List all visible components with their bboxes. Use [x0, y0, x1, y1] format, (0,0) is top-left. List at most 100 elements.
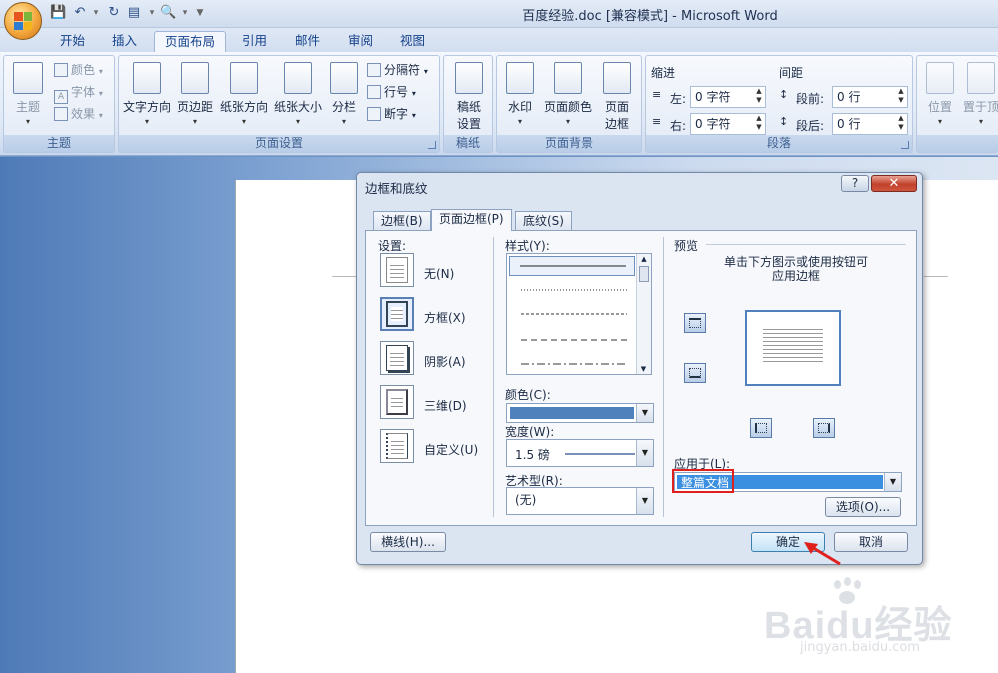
page-setup-launcher-icon[interactable]	[428, 141, 436, 149]
chevron-down-icon[interactable]: ▼	[636, 440, 653, 466]
left-border-button[interactable]	[750, 418, 772, 438]
group-page-setup: 文字方向 ▾ 页边距 ▾ 纸张方向 ▾ 纸张大小 ▾ 分栏 ▾ 分隔符 ▾ 行号…	[118, 55, 440, 153]
scroll-up-icon[interactable]: ▲	[637, 254, 651, 264]
print-preview-icon[interactable]: 🔍	[160, 5, 176, 21]
chevron-down-icon[interactable]: ▼	[884, 473, 901, 491]
tab-review[interactable]: 审阅	[338, 31, 383, 52]
margin-mark	[332, 276, 356, 277]
columns-icon	[330, 62, 358, 94]
settings-title: 设置:	[378, 239, 407, 253]
watermark-button[interactable]: 水印 ▾	[501, 62, 539, 126]
options-button[interactable]: 选项(O)...	[825, 497, 901, 517]
line-numbers-button[interactable]: 行号 ▾	[367, 82, 416, 102]
tab-page-layout[interactable]: 页面布局	[154, 31, 227, 52]
tab-references[interactable]: 引用	[232, 31, 277, 52]
style-listbox[interactable]: ▲ ▼	[506, 253, 652, 375]
style-samples	[521, 289, 627, 365]
space-after-spinner[interactable]: 0 行 ▲ ▼	[832, 113, 908, 135]
margins-label: 页边距	[176, 100, 213, 114]
tab-insert[interactable]: 插入	[102, 31, 147, 52]
color-dropdown[interactable]: ▼	[506, 403, 654, 423]
size-button[interactable]: 纸张大小 ▾	[272, 62, 324, 126]
indent-right-spinner[interactable]: 0 字符 ▲ ▼	[690, 113, 766, 135]
right-border-button[interactable]	[813, 418, 835, 438]
manuscript-settings-button[interactable]: 稿纸 设置	[448, 62, 490, 132]
customize-icon[interactable]: ▼	[192, 5, 208, 21]
art-dropdown[interactable]: (无) ▼	[506, 487, 654, 515]
setting-shadow-button[interactable]	[380, 341, 414, 375]
group-theme: 主题 ▾ 颜色 ▾ A 字体 ▾ 效果 ▾ 主题	[3, 55, 115, 153]
page-shadow-icon	[386, 345, 408, 371]
spinner-arrows-icon[interactable]: ▲ ▼	[895, 114, 907, 134]
office-button[interactable]	[4, 2, 42, 40]
preview-page[interactable]	[745, 310, 841, 386]
preview-title: 预览	[674, 239, 699, 253]
new-icon[interactable]: ▤	[126, 5, 142, 21]
hyphenation-label: 断字	[384, 107, 409, 121]
scroll-thumb[interactable]	[639, 266, 649, 282]
text-direction-button[interactable]: 文字方向 ▾	[121, 62, 173, 126]
spinner-arrows-icon[interactable]: ▲ ▼	[895, 87, 907, 107]
tab-borders[interactable]: 边框(B)	[373, 211, 431, 230]
page-borders-button[interactable]: 页面 边框	[597, 62, 637, 132]
theme-fonts-button[interactable]: A 字体 ▾	[54, 82, 103, 104]
help-button[interactable]: ?	[841, 175, 869, 192]
space-before-spinner[interactable]: 0 行 ▲ ▼	[832, 86, 908, 108]
redo-icon[interactable]: ↻	[106, 5, 122, 21]
columns-button[interactable]: 分栏 ▾	[327, 62, 361, 126]
setting-3d-label: 三维(D)	[424, 399, 467, 413]
position-button[interactable]: 位置 ▾	[923, 62, 957, 126]
save-icon[interactable]: 💾	[50, 5, 66, 21]
new-dropdown-icon[interactable]: ▾	[144, 5, 160, 21]
space-after-icon: ↕	[779, 115, 789, 128]
undo-dropdown-icon[interactable]: ▾	[88, 5, 104, 21]
bring-to-front-button[interactable]: 置于顶 ▾	[963, 62, 998, 126]
margins-icon	[181, 62, 209, 94]
color-swatch	[510, 407, 634, 419]
close-button[interactable]: ✕	[871, 175, 917, 192]
hyphenation-button[interactable]: 断字 ▾	[367, 104, 416, 124]
setting-custom-button[interactable]	[380, 429, 414, 463]
scroll-down-icon[interactable]: ▼	[637, 364, 650, 374]
tab-page-border[interactable]: 页面边框(P)	[431, 209, 512, 231]
bottom-border-button[interactable]	[684, 363, 706, 383]
tab-mailings[interactable]: 邮件	[285, 31, 330, 52]
position-icon	[926, 62, 954, 94]
style-item-selected[interactable]	[509, 256, 635, 276]
print-preview-dropdown-icon[interactable]: ▾	[177, 5, 193, 21]
orientation-button[interactable]: 纸张方向 ▾	[218, 62, 270, 126]
theme-colors-button[interactable]: 颜色 ▾	[54, 60, 103, 80]
page-color-icon	[554, 62, 582, 94]
top-border-button[interactable]	[684, 313, 706, 333]
page-borders-line1: 页面	[604, 100, 629, 114]
spinner-arrows-icon[interactable]: ▲ ▼	[753, 114, 765, 134]
style-scrollbar[interactable]: ▲ ▼	[636, 254, 651, 374]
paragraph-launcher-icon[interactable]	[901, 141, 909, 149]
manuscript-icon	[455, 62, 483, 94]
margins-button[interactable]: 页边距 ▾	[175, 62, 215, 126]
chevron-down-icon[interactable]: ▼	[636, 488, 653, 514]
space-before-value: 0 行	[837, 90, 861, 104]
width-dropdown[interactable]: 1.5 磅 ▼	[506, 439, 654, 467]
horizontal-line-button[interactable]: 横线(H)...	[370, 532, 446, 552]
red-arrow-annotation	[804, 542, 841, 566]
undo-icon[interactable]: ↶	[72, 5, 88, 21]
indent-left-spinner[interactable]: 0 字符 ▲ ▼	[690, 86, 766, 108]
tab-shading[interactable]: 底纹(S)	[515, 211, 572, 230]
spinner-arrows-icon[interactable]: ▲ ▼	[753, 87, 765, 107]
setting-none-button[interactable]	[380, 253, 414, 287]
indent-left-icon: ≡	[652, 88, 662, 101]
position-label: 位置	[927, 100, 952, 114]
setting-3d-button[interactable]	[380, 385, 414, 419]
orientation-label: 纸张方向	[219, 100, 268, 114]
setting-box-button[interactable]	[380, 297, 414, 331]
page-color-button[interactable]: 页面颜色 ▾	[541, 62, 595, 126]
tab-home[interactable]: 开始	[50, 31, 95, 52]
theme-effects-label: 效果	[71, 107, 96, 121]
chevron-down-icon[interactable]: ▼	[636, 404, 653, 422]
tab-view[interactable]: 视图	[390, 31, 435, 52]
theme-button[interactable]: 主题 ▾	[10, 62, 46, 126]
theme-effects-button[interactable]: 效果 ▾	[54, 104, 103, 124]
setting-custom-label: 自定义(U)	[424, 443, 479, 457]
breaks-button[interactable]: 分隔符 ▾	[367, 60, 428, 80]
